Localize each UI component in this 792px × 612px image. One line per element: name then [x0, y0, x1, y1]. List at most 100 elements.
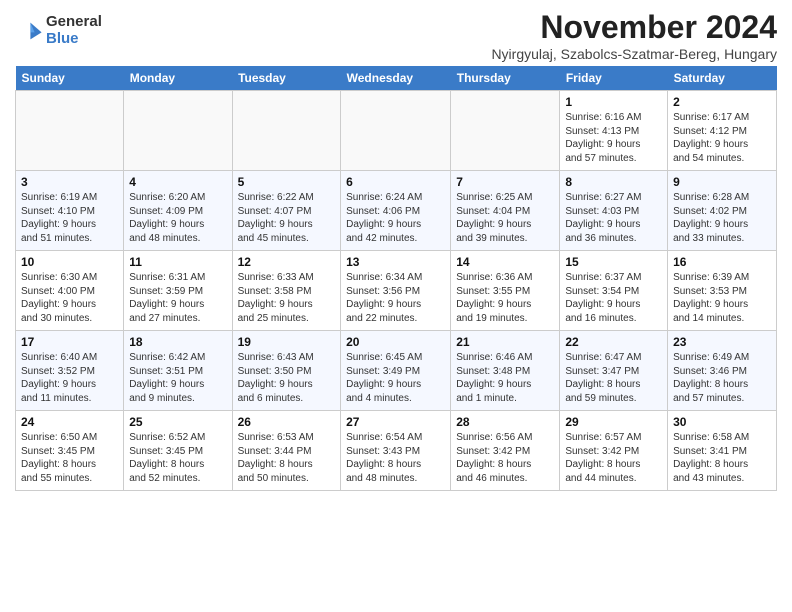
- calendar-cell: 14 Sunrise: 6:36 AM Sunset: 3:55 PM Dayli…: [451, 251, 560, 331]
- calendar-cell: 18 Sunrise: 6:42 AM Sunset: 3:51 PM Dayli…: [124, 331, 232, 411]
- calendar-cell: 2 Sunrise: 6:17 AM Sunset: 4:12 PM Daylig…: [668, 91, 777, 171]
- calendar-cell: [341, 91, 451, 171]
- day-number: 12: [238, 255, 336, 269]
- day-detail: Sunrise: 6:49 AM Sunset: 3:46 PM Dayligh…: [673, 351, 771, 405]
- day-number: 19: [238, 335, 336, 349]
- calendar-cell: 21Sunrise: 6:46 AM Sunset: 3:48 PM Dayli…: [451, 331, 560, 411]
- day-number: 8: [565, 175, 662, 189]
- calendar-cell: 23 Sunrise: 6:49 AM Sunset: 3:46 PM Dayli…: [668, 331, 777, 411]
- day-number: 30: [673, 415, 771, 429]
- logo-icon: [15, 17, 43, 45]
- calendar-cell: [232, 91, 341, 171]
- day-number: 2: [673, 95, 771, 109]
- calendar-week-row: 1 Sunrise: 6:16 AM Sunset: 4:13 PM Daylig…: [16, 91, 777, 171]
- calendar-header-wednesday: Wednesday: [341, 66, 451, 91]
- calendar-cell: [124, 91, 232, 171]
- calendar-cell: 29Sunrise: 6:57 AM Sunset: 3:42 PM Dayli…: [560, 411, 668, 491]
- calendar-week-row: 10Sunrise: 6:30 AM Sunset: 4:00 PM Dayli…: [16, 251, 777, 331]
- calendar-cell: [16, 91, 124, 171]
- day-detail: Sunrise: 6:37 AM Sunset: 3:54 PM Dayligh…: [565, 271, 662, 325]
- day-detail: Sunrise: 6:27 AM Sunset: 4:03 PM Dayligh…: [565, 191, 662, 245]
- day-number: 9: [673, 175, 771, 189]
- logo-blue: Blue: [46, 31, 102, 48]
- day-number: 5: [238, 175, 336, 189]
- calendar-cell: 11 Sunrise: 6:31 AM Sunset: 3:59 PM Dayli…: [124, 251, 232, 331]
- calendar-week-row: 24 Sunrise: 6:50 AM Sunset: 3:45 PM Dayli…: [16, 411, 777, 491]
- day-detail: Sunrise: 6:30 AM Sunset: 4:00 PM Dayligh…: [21, 271, 118, 325]
- day-detail: Sunrise: 6:39 AM Sunset: 3:53 PM Dayligh…: [673, 271, 771, 325]
- day-number: 14: [456, 255, 554, 269]
- calendar-week-row: 17 Sunrise: 6:40 AM Sunset: 3:52 PM Dayli…: [16, 331, 777, 411]
- day-number: 20: [346, 335, 445, 349]
- calendar-header-tuesday: Tuesday: [232, 66, 341, 91]
- day-detail: Sunrise: 6:52 AM Sunset: 3:45 PM Dayligh…: [129, 431, 226, 485]
- day-number: 27: [346, 415, 445, 429]
- day-number: 1: [565, 95, 662, 109]
- calendar-cell: 25 Sunrise: 6:52 AM Sunset: 3:45 PM Dayli…: [124, 411, 232, 491]
- day-number: 11: [129, 255, 226, 269]
- day-detail: Sunrise: 6:43 AM Sunset: 3:50 PM Dayligh…: [238, 351, 336, 405]
- header: General Blue November 2024 Nyirgyulaj, S…: [15, 10, 777, 62]
- day-detail: Sunrise: 6:33 AM Sunset: 3:58 PM Dayligh…: [238, 271, 336, 325]
- calendar-cell: 24 Sunrise: 6:50 AM Sunset: 3:45 PM Dayli…: [16, 411, 124, 491]
- calendar-cell: 20 Sunrise: 6:45 AM Sunset: 3:49 PM Dayli…: [341, 331, 451, 411]
- day-detail: Sunrise: 6:58 AM Sunset: 3:41 PM Dayligh…: [673, 431, 771, 485]
- day-number: 4: [129, 175, 226, 189]
- day-detail: Sunrise: 6:40 AM Sunset: 3:52 PM Dayligh…: [21, 351, 118, 405]
- logo-text: General Blue: [46, 14, 102, 47]
- day-detail: Sunrise: 6:54 AM Sunset: 3:43 PM Dayligh…: [346, 431, 445, 485]
- calendar-header-sunday: Sunday: [16, 66, 124, 91]
- calendar-header-friday: Friday: [560, 66, 668, 91]
- calendar-cell: 3Sunrise: 6:19 AM Sunset: 4:10 PM Daylig…: [16, 171, 124, 251]
- logo-general: General: [46, 14, 102, 31]
- day-number: 24: [21, 415, 118, 429]
- calendar-cell: 22 Sunrise: 6:47 AM Sunset: 3:47 PM Dayli…: [560, 331, 668, 411]
- day-detail: Sunrise: 6:17 AM Sunset: 4:12 PM Dayligh…: [673, 111, 771, 165]
- day-detail: Sunrise: 6:34 AM Sunset: 3:56 PM Dayligh…: [346, 271, 445, 325]
- calendar-week-row: 3Sunrise: 6:19 AM Sunset: 4:10 PM Daylig…: [16, 171, 777, 251]
- day-detail: Sunrise: 6:47 AM Sunset: 3:47 PM Dayligh…: [565, 351, 662, 405]
- day-detail: Sunrise: 6:20 AM Sunset: 4:09 PM Dayligh…: [129, 191, 226, 245]
- calendar-table: SundayMondayTuesdayWednesdayThursdayFrid…: [15, 66, 777, 491]
- calendar-cell: 7 Sunrise: 6:25 AM Sunset: 4:04 PM Daylig…: [451, 171, 560, 251]
- location: Nyirgyulaj, Szabolcs-Szatmar-Bereg, Hung…: [491, 46, 777, 62]
- day-detail: Sunrise: 6:25 AM Sunset: 4:04 PM Dayligh…: [456, 191, 554, 245]
- calendar-header-thursday: Thursday: [451, 66, 560, 91]
- title-block: November 2024 Nyirgyulaj, Szabolcs-Szatm…: [491, 10, 777, 62]
- calendar-cell: 26Sunrise: 6:53 AM Sunset: 3:44 PM Dayli…: [232, 411, 341, 491]
- calendar-cell: 19 Sunrise: 6:43 AM Sunset: 3:50 PM Dayli…: [232, 331, 341, 411]
- day-number: 18: [129, 335, 226, 349]
- day-detail: Sunrise: 6:53 AM Sunset: 3:44 PM Dayligh…: [238, 431, 336, 485]
- calendar-cell: 30 Sunrise: 6:58 AM Sunset: 3:41 PM Dayli…: [668, 411, 777, 491]
- day-detail: Sunrise: 6:42 AM Sunset: 3:51 PM Dayligh…: [129, 351, 226, 405]
- day-number: 17: [21, 335, 118, 349]
- calendar-cell: 17 Sunrise: 6:40 AM Sunset: 3:52 PM Dayli…: [16, 331, 124, 411]
- day-number: 22: [565, 335, 662, 349]
- calendar-cell: 8 Sunrise: 6:27 AM Sunset: 4:03 PM Daylig…: [560, 171, 668, 251]
- day-number: 15: [565, 255, 662, 269]
- day-detail: Sunrise: 6:50 AM Sunset: 3:45 PM Dayligh…: [21, 431, 118, 485]
- day-number: 16: [673, 255, 771, 269]
- day-detail: Sunrise: 6:56 AM Sunset: 3:42 PM Dayligh…: [456, 431, 554, 485]
- day-number: 7: [456, 175, 554, 189]
- calendar-cell: 5Sunrise: 6:22 AM Sunset: 4:07 PM Daylig…: [232, 171, 341, 251]
- day-number: 21: [456, 335, 554, 349]
- calendar-cell: 10Sunrise: 6:30 AM Sunset: 4:00 PM Dayli…: [16, 251, 124, 331]
- calendar-cell: 15 Sunrise: 6:37 AM Sunset: 3:54 PM Dayli…: [560, 251, 668, 331]
- calendar-cell: 12 Sunrise: 6:33 AM Sunset: 3:58 PM Dayli…: [232, 251, 341, 331]
- day-detail: Sunrise: 6:36 AM Sunset: 3:55 PM Dayligh…: [456, 271, 554, 325]
- day-detail: Sunrise: 6:28 AM Sunset: 4:02 PM Dayligh…: [673, 191, 771, 245]
- day-number: 28: [456, 415, 554, 429]
- day-number: 3: [21, 175, 118, 189]
- day-detail: Sunrise: 6:16 AM Sunset: 4:13 PM Dayligh…: [565, 111, 662, 165]
- day-number: 25: [129, 415, 226, 429]
- day-detail: Sunrise: 6:45 AM Sunset: 3:49 PM Dayligh…: [346, 351, 445, 405]
- day-detail: Sunrise: 6:31 AM Sunset: 3:59 PM Dayligh…: [129, 271, 226, 325]
- day-detail: Sunrise: 6:24 AM Sunset: 4:06 PM Dayligh…: [346, 191, 445, 245]
- calendar-cell: 28 Sunrise: 6:56 AM Sunset: 3:42 PM Dayli…: [451, 411, 560, 491]
- day-number: 29: [565, 415, 662, 429]
- calendar-cell: 1 Sunrise: 6:16 AM Sunset: 4:13 PM Daylig…: [560, 91, 668, 171]
- calendar-cell: 4 Sunrise: 6:20 AM Sunset: 4:09 PM Daylig…: [124, 171, 232, 251]
- day-number: 23: [673, 335, 771, 349]
- calendar-header-saturday: Saturday: [668, 66, 777, 91]
